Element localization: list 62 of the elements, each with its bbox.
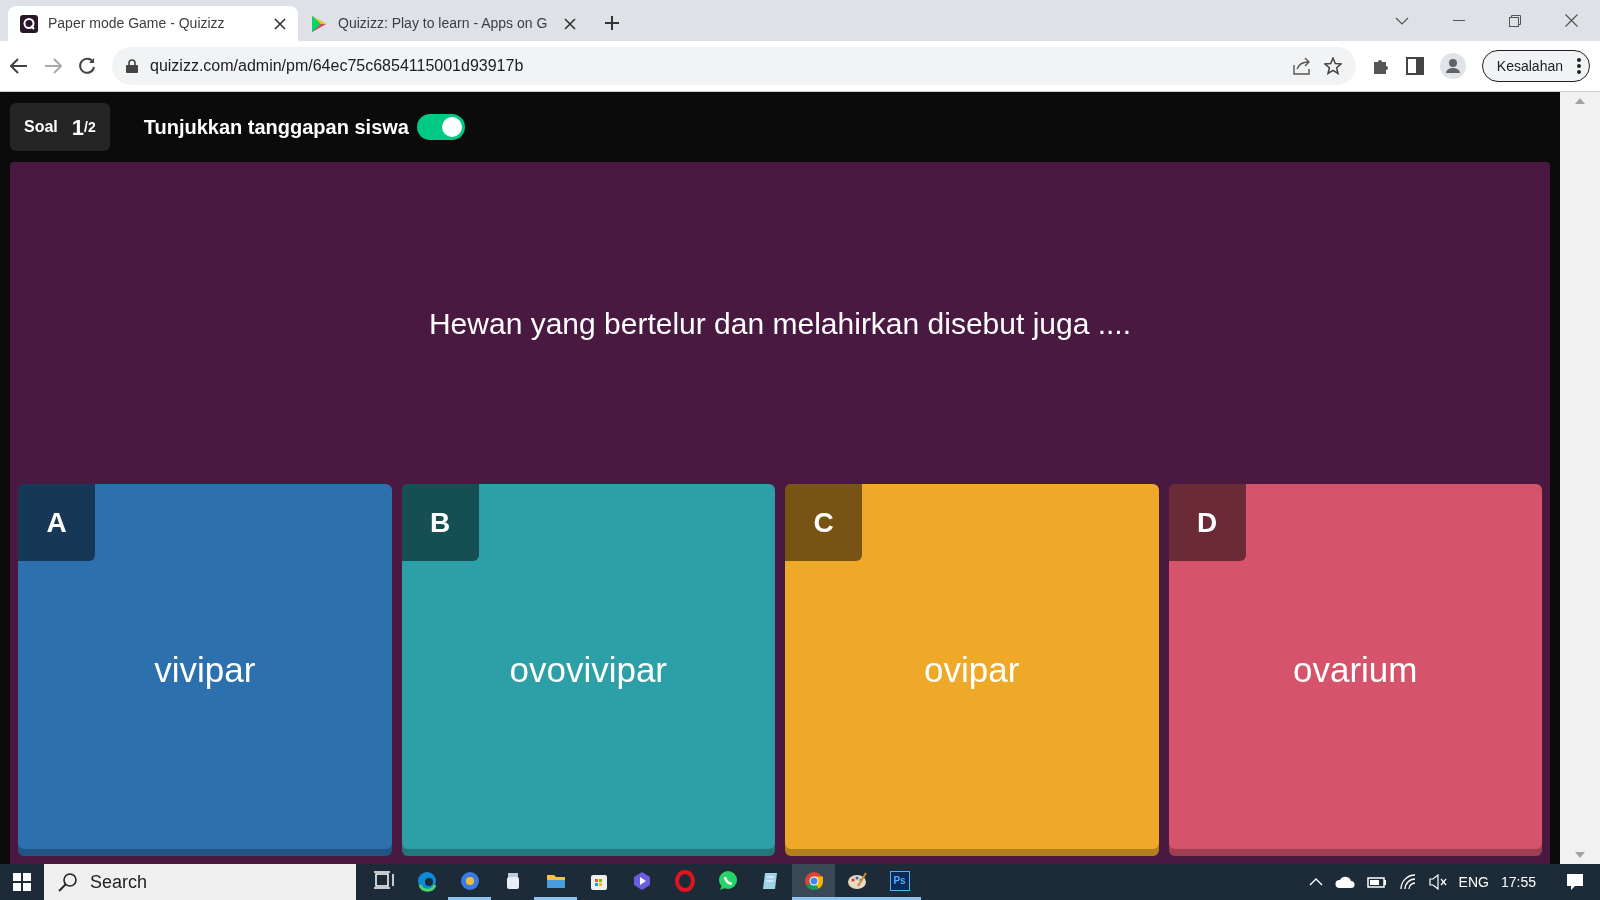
answer-text: vivipar xyxy=(154,648,256,691)
answer-card[interactable]: A vivipar xyxy=(18,484,392,856)
kebab-menu-icon xyxy=(1577,58,1581,74)
language-indicator[interactable]: ENG xyxy=(1458,871,1489,893)
answer-text: ovarium xyxy=(1293,648,1418,691)
counter-label: Soal xyxy=(24,117,58,137)
avatar-icon[interactable] xyxy=(1439,53,1466,79)
toggle-label: Tunjukkan tanggapan siswa xyxy=(143,115,409,140)
answer-text: ovovivipar xyxy=(509,648,668,691)
answer-text: ovipar xyxy=(924,648,1020,691)
chrome-icon[interactable] xyxy=(802,869,825,892)
battery-icon[interactable] xyxy=(1366,876,1387,888)
search-icon xyxy=(58,872,78,892)
counter-current: 1 xyxy=(71,113,85,142)
toggle-switch[interactable] xyxy=(416,114,465,140)
star-icon[interactable] xyxy=(1323,57,1342,75)
answer-letter: B xyxy=(401,484,479,561)
address-bar[interactable]: quizizz.com/admin/pm/64ec75c6854115001d93917b xyxy=(112,47,1356,85)
answer-letter: C xyxy=(785,484,862,561)
chevron-down-icon[interactable] xyxy=(1395,16,1409,25)
tab-title: Paper mode Game - Quizizz xyxy=(48,14,226,33)
browser-tab[interactable]: Paper mode Game - Quizizz xyxy=(8,6,298,41)
edge-icon[interactable] xyxy=(415,869,438,892)
answer-letter: D xyxy=(1168,484,1246,561)
round-app-icon[interactable] xyxy=(458,869,481,892)
task-view-icon[interactable] xyxy=(372,869,395,892)
notification-icon[interactable] xyxy=(1566,873,1584,891)
play-triangle-icon xyxy=(310,14,328,33)
minimize-icon[interactable] xyxy=(1453,19,1465,22)
photoshop-app-button[interactable]: Ps xyxy=(889,870,910,891)
close-icon[interactable] xyxy=(274,17,286,30)
cloud-icon[interactable] xyxy=(1334,876,1355,888)
clock-time[interactable]: 17:55 xyxy=(1500,871,1536,893)
taskbar-search[interactable]: Search xyxy=(44,864,356,900)
speaker-muted-icon[interactable] xyxy=(1428,874,1447,890)
side-panel-icon[interactable] xyxy=(1405,57,1424,75)
puzzle-icon[interactable] xyxy=(1371,57,1390,75)
restore-icon[interactable] xyxy=(1509,14,1521,27)
url-text: quizizz.com/admin/pm/64ec75c6854115001d93917b xyxy=(150,56,525,76)
tab-title: Quizizz: Play to learn - Apps on G xyxy=(338,14,549,33)
counter-total: /2 xyxy=(84,117,96,137)
browser-tab[interactable]: Quizizz: Play to learn - Apps on G xyxy=(298,6,588,41)
windows-icon[interactable] xyxy=(13,873,31,891)
reload-icon[interactable] xyxy=(78,57,96,75)
search-placeholder: Search xyxy=(90,870,148,894)
close-icon[interactable] xyxy=(564,17,576,30)
new-tab-icon[interactable] xyxy=(604,15,620,31)
answer-letter: A xyxy=(18,484,95,561)
chevron-up-icon[interactable] xyxy=(1308,878,1323,886)
chat-bubble-icon[interactable] xyxy=(716,869,739,892)
close-icon[interactable] xyxy=(1565,14,1578,27)
answer-card[interactable]: C ovipar xyxy=(785,484,1159,856)
profile-button[interactable]: Kesalahan xyxy=(1481,50,1590,82)
share-icon[interactable] xyxy=(1291,57,1312,75)
quizizz-icon xyxy=(20,14,38,33)
opera-icon[interactable] xyxy=(673,869,696,892)
lock-icon xyxy=(126,59,138,73)
question-text: Hewan yang bertelur dan melahirkan disebut juga .... xyxy=(428,305,1132,342)
answer-card[interactable]: B ovovivipar xyxy=(401,484,775,856)
answer-card[interactable]: D ovarium xyxy=(1168,484,1542,856)
wifi-icon[interactable] xyxy=(1398,874,1417,890)
back-icon[interactable] xyxy=(10,58,28,74)
